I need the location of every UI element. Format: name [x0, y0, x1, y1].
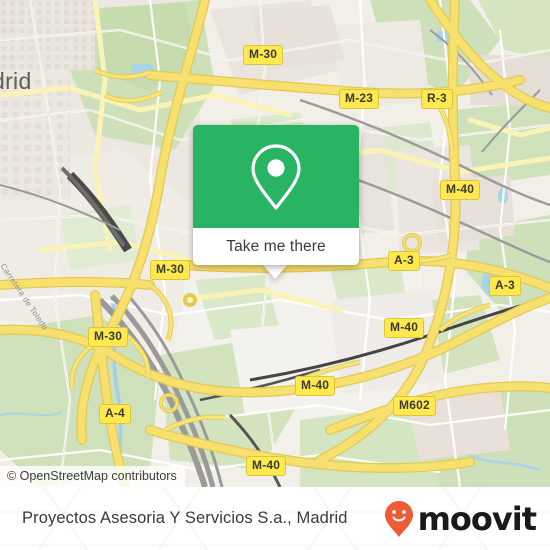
popup-card-image: [193, 125, 359, 228]
road-shield-m-30: M-30: [88, 327, 129, 347]
footer-bar: Proyectos Asesoria Y Servicios S.a., Mad…: [0, 487, 550, 550]
place-title: Proyectos Asesoria Y Servicios S.a., Mad…: [22, 509, 348, 527]
moovit-map-share-page: drid Carretera de Toledo M-30M-23R-3M-40…: [0, 0, 550, 550]
map-canvas[interactable]: drid Carretera de Toledo M-30M-23R-3M-40…: [0, 0, 550, 487]
road-shield-m-40: M-40: [440, 180, 481, 200]
take-me-there-button[interactable]: Take me there: [193, 228, 359, 265]
moovit-wordmark: moovit: [417, 499, 537, 538]
road-shield-m-23: M-23: [339, 89, 380, 109]
road-shield-a-4: A-4: [99, 404, 131, 424]
road-shield-m-30: M-30: [150, 260, 191, 280]
moovit-pin-smiley-icon: [384, 500, 413, 537]
city-label: drid: [0, 68, 32, 94]
road-shield-m-30: M-30: [243, 45, 284, 65]
road-shield-m-40: M-40: [295, 376, 336, 396]
road-shield-m-40: M-40: [246, 456, 287, 476]
road-shield-m-40: M-40: [384, 318, 425, 338]
popup-card[interactable]: Take me there: [193, 125, 359, 265]
location-pin-icon: [251, 143, 301, 210]
map-attribution[interactable]: © OpenStreetMap contributors: [0, 466, 185, 487]
road-shield-a-3: A-3: [489, 276, 521, 296]
moovit-logo[interactable]: moovit: [383, 487, 537, 550]
road-shield-a-3: A-3: [388, 251, 420, 271]
popup-card-tail: [262, 264, 288, 279]
road-shield-r-3: R-3: [421, 89, 453, 109]
road-shield-m602: M602: [393, 396, 436, 416]
